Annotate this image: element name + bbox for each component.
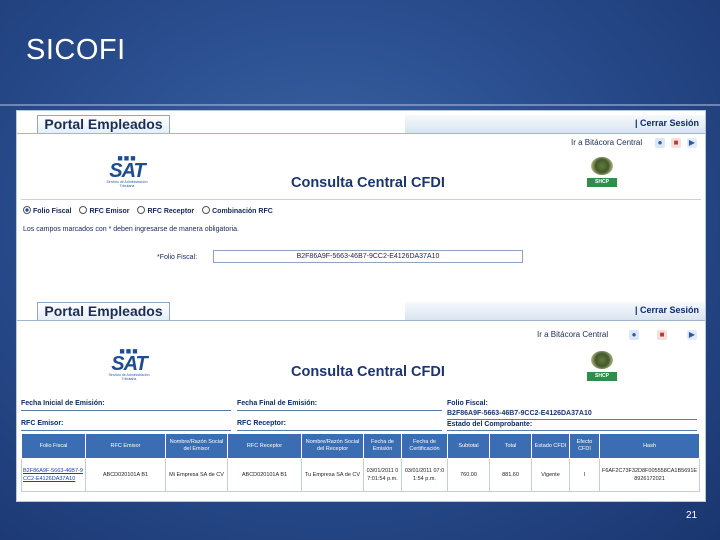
column-header: Fecha de Emisión (363, 433, 402, 459)
shcp-eagle-icon (591, 157, 613, 175)
required-note: Los campos marcados con * deben ingresar… (23, 226, 239, 233)
rfc-receptor-label: RFC Receptor: (237, 420, 287, 427)
bitacora-link[interactable]: Ir a Bitácora Central (537, 330, 608, 339)
export-icon[interactable]: ▶ (687, 138, 697, 148)
header-right-area: | Cerrar Sesión (405, 302, 705, 320)
fecha-final-label: Fecha Final de Emisión: (237, 400, 318, 407)
column-header: Folio Fiscal (21, 433, 86, 459)
table-cell: ABCD020101A B1 (227, 458, 302, 492)
fecha-inicial-label: Fecha Inicial de Emisión: (21, 400, 105, 407)
page-heading: Consulta Central CFDI (291, 364, 445, 380)
table-cell: 03/01/2011 07:01:54 p.m. (401, 458, 448, 492)
folio-fiscal-label: Folio Fiscal: (447, 400, 488, 407)
screenshot-frame: Portal Empleados | Cerrar Sesión Ir a Bi… (16, 110, 706, 502)
sat-logo-text: SAT (111, 353, 148, 375)
folio-fiscal-link[interactable]: B2F86A9F-5663-46B7-9CC2-E4126DA37A10 (21, 458, 86, 492)
table-cell: 760.00 (447, 458, 490, 492)
column-header: RFC Receptor (227, 433, 302, 459)
shcp-label: SHCP (587, 178, 617, 187)
field-underline (237, 430, 442, 431)
column-header: RFC Emisor (85, 433, 166, 459)
sat-logo: ■■■ SAT Servicio de Administración Tribu… (99, 154, 155, 189)
portal-header-bar: Portal Empleados | Cerrar Sesión (17, 115, 705, 134)
table-row: B2F86A9F-5663-46B7-9CC2-E4126DA37A10 ABC… (21, 458, 700, 492)
logout-link[interactable]: | Cerrar Sesión (635, 118, 699, 128)
radio-icon (79, 206, 88, 214)
sat-logo-text: SAT (109, 160, 146, 182)
shcp-logo: SHCP (587, 351, 617, 381)
rfc-emisor-label: RFC Emisor: (21, 420, 64, 427)
column-header: Total (489, 433, 532, 459)
radio-selected-icon (23, 206, 31, 214)
sat-logo: ■■■ SAT Servicio de Administración Tribu… (101, 347, 157, 382)
portal-header-bar: Portal Empleados | Cerrar Sesión (17, 302, 705, 321)
column-header: Nombre/Razón Social del Emisor (165, 433, 228, 459)
divider (21, 199, 701, 200)
table-cell: I (569, 458, 600, 492)
column-header: Hash (599, 433, 700, 459)
lock-icon[interactable]: ● (655, 138, 665, 148)
header-right-area: | Cerrar Sesión (405, 115, 705, 133)
search-mode-group: Folio Fiscal RFC Emisor RFC Receptor Com… (23, 206, 279, 215)
table-cell: 03/01/2011 07:01:54 p.m. (363, 458, 402, 492)
table-header-row: Folio Fiscal RFC Emisor Nombre/Razón Soc… (21, 433, 700, 459)
radio-rfc-emisor[interactable]: RFC Emisor (79, 206, 130, 215)
shcp-eagle-icon (591, 351, 613, 369)
export-icon[interactable]: ▶ (687, 330, 697, 340)
table-cell: 881.60 (489, 458, 532, 492)
column-header: Estado CFDI (531, 433, 570, 459)
portal-title: Portal Empleados (37, 302, 170, 320)
table-cell: ABCD020101A B1 (85, 458, 166, 492)
page-heading: Consulta Central CFDI (291, 175, 445, 191)
shcp-logo: SHCP (587, 157, 617, 187)
title-divider (0, 104, 720, 106)
lock-icon[interactable]: ● (629, 330, 639, 340)
folio-fiscal-label: *Folio Fiscal: (157, 254, 198, 261)
radio-label: Folio Fiscal (33, 208, 72, 215)
logout-link[interactable]: | Cerrar Sesión (635, 305, 699, 315)
slide-title: SICOFI (26, 34, 126, 66)
field-underline (447, 430, 697, 431)
sat-subtitle: Servicio de Administración Tributaria (106, 180, 148, 188)
field-underline (237, 410, 442, 411)
column-header: Subtotal (447, 433, 490, 459)
table-cell: Vigente (531, 458, 570, 492)
radio-label: RFC Receptor (147, 208, 195, 215)
field-underline (21, 410, 231, 411)
sat-subtitle: Servicio de Administración Tributaria (108, 373, 150, 381)
radio-combinacion-rfc[interactable]: Combinación RFC (202, 206, 273, 215)
shcp-label: SHCP (587, 372, 617, 381)
field-underline (21, 430, 231, 431)
table-cell: F6AF2C73F32D8F005558CA1B5691E8926172021 (599, 458, 700, 492)
column-header: Fecha de Certificación (401, 433, 448, 459)
column-header: Efecto CFDI (569, 433, 600, 459)
pdf-icon[interactable]: ■ (671, 138, 681, 148)
bitacora-link[interactable]: Ir a Bitácora Central (571, 138, 642, 147)
folio-fiscal-input[interactable] (213, 250, 523, 263)
folio-fiscal-value: B2F86A9F-5663-46B7-9CC2-E4126DA37A10 (447, 410, 592, 417)
radio-folio-fiscal[interactable]: Folio Fiscal (23, 206, 72, 215)
estado-comprobante-label: Estado del Comprobante: (447, 421, 533, 428)
slide-number: 21 (686, 510, 698, 521)
field-underline (447, 419, 697, 420)
column-header: Nombre/Razón Social del Receptor (301, 433, 364, 459)
table-cell: Mi Empresa SA de CV (165, 458, 228, 492)
radio-icon (202, 206, 211, 214)
results-table: Folio Fiscal RFC Emisor Nombre/Razón Soc… (21, 433, 700, 492)
radio-rfc-receptor[interactable]: RFC Receptor (137, 206, 194, 215)
pdf-icon[interactable]: ■ (657, 330, 667, 340)
radio-icon (137, 206, 146, 214)
radio-label: Combinación RFC (212, 208, 273, 215)
radio-label: RFC Emisor (89, 208, 130, 215)
search-panel: Portal Empleados | Cerrar Sesión Ir a Bi… (17, 111, 705, 293)
portal-title: Portal Empleados (37, 115, 170, 133)
table-cell: Tu Empresa SA de CV (301, 458, 364, 492)
